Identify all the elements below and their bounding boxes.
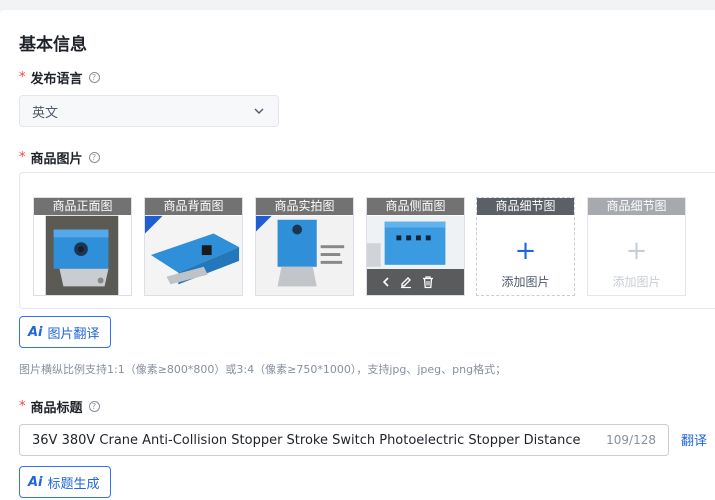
slot-caption: 商品背面图 (145, 198, 242, 215)
slot-caption: 商品细节图 (588, 198, 685, 215)
image-upload-area: 商品正面图 商品背面图 商品实拍图 商品侧面图 商品细节图 + 添加图片 商品细… (19, 172, 715, 309)
image-slot-front[interactable]: 商品正面图 (33, 197, 132, 296)
image-translate-label: 图片翻译 (47, 326, 100, 342)
required-mark: * (19, 150, 26, 165)
language-select[interactable]: 英文 (19, 95, 279, 127)
help-icon[interactable]: ? (88, 72, 100, 83)
product-title-label: 商品标题 (30, 401, 83, 416)
chevron-down-icon (254, 108, 264, 114)
help-icon[interactable]: ? (88, 152, 100, 163)
images-label: 商品图片 (30, 152, 83, 167)
slot-caption: 商品实拍图 (256, 198, 353, 215)
slot-caption: 商品细节图 (477, 198, 574, 215)
title-generate-label: 标题生成 (47, 476, 100, 492)
section-title: 基本信息 (19, 35, 87, 55)
image-toolbar (367, 269, 464, 295)
image-slot-detail-add[interactable]: 商品细节图 + 添加图片 (476, 197, 575, 296)
language-select-value: 英文 (32, 105, 59, 121)
add-image-label: 添加图片 (501, 275, 550, 289)
image-slot-side[interactable]: 商品侧面图 (366, 197, 465, 296)
slot-caption: 商品侧面图 (367, 198, 464, 215)
ai-icon: Ai (28, 474, 43, 490)
image-format-hint: 图片横纵比例支持1:1（像素≥800*800）或3:4（像素≥750*1000）… (19, 363, 507, 376)
image-translate-button[interactable]: Ai 图片翻译 (19, 316, 111, 348)
help-icon[interactable]: ? (88, 401, 100, 412)
required-mark: * (19, 70, 26, 85)
product-title-label-row: * 商品标题 ? (19, 397, 100, 416)
char-count: 109/128 (606, 433, 656, 447)
trash-icon[interactable] (421, 275, 435, 289)
product-photo (145, 215, 242, 295)
language-label-row: * 发布语言 ? (19, 68, 100, 87)
language-label: 发布语言 (30, 72, 83, 87)
image-slot-actual[interactable]: 商品实拍图 (255, 197, 354, 296)
plus-icon: + (514, 236, 537, 266)
add-image-label: 添加图片 (612, 275, 661, 289)
images-label-row: * 商品图片 ? (19, 148, 100, 167)
ai-icon: Ai (28, 324, 43, 340)
slot-caption: 商品正面图 (34, 198, 131, 215)
chevron-left-icon[interactable] (381, 276, 391, 288)
edit-icon[interactable] (399, 275, 413, 289)
title-generate-button[interactable]: Ai 标题生成 (19, 466, 111, 498)
product-title-value: 36V 380V Crane Anti-Collision Stopper St… (32, 432, 581, 448)
required-mark: * (19, 399, 26, 414)
image-slot-detail-disabled: 商品细节图 + 添加图片 (587, 197, 686, 296)
product-photo (256, 215, 353, 295)
plus-icon: + (625, 236, 648, 266)
product-photo (34, 215, 131, 295)
image-slot-back[interactable]: 商品背面图 (144, 197, 243, 296)
product-title-input[interactable]: 36V 380V Crane Anti-Collision Stopper St… (19, 424, 669, 456)
translate-link[interactable]: 翻译 (681, 430, 707, 449)
